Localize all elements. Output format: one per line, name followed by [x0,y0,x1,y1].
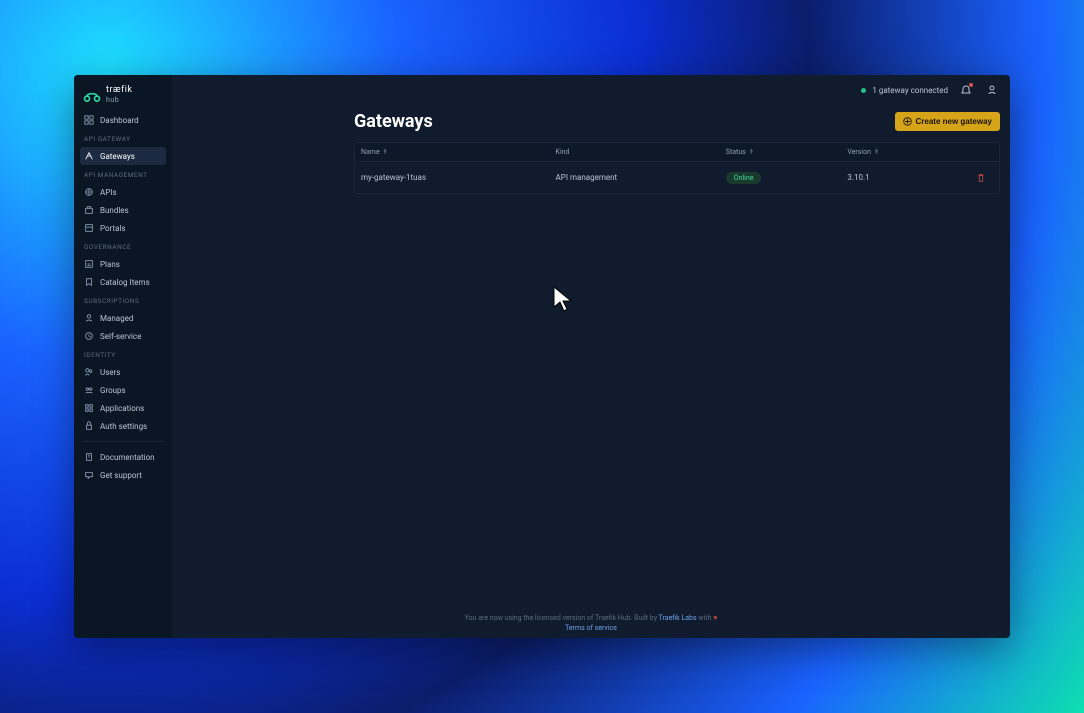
sidebar-item-groups[interactable]: Groups [80,381,166,399]
brand-mark-icon [82,87,102,103]
sidebar-item-label: Dashboard [100,116,139,125]
plus-circle-icon [903,117,912,126]
sidebar-item-label: Self-service [100,332,141,341]
sidebar-item-label: Users [100,368,120,377]
page-header: Gateways Create new gateway [354,105,1000,142]
create-gateway-button[interactable]: Create new gateway [895,112,1000,131]
col-name-label: Name [361,148,380,156]
bundle-icon [84,205,94,215]
footer-text-prefix: You are now using the licensed version o… [465,614,659,622]
footer: You are now using the licensed version o… [341,608,841,634]
dashboard-icon [84,115,94,125]
app-window: træfikhub Dashboard API GATEWAY Gateways… [74,75,1010,638]
cell-version: 3.10.1 [847,173,969,182]
page-content: Gateways Create new gateway Name ▲▼ Kind [172,105,1010,638]
gateway-status: 1 gateway connected [861,86,948,95]
sidebar-item-catalog-items[interactable]: Catalog Items [80,273,166,291]
col-kind[interactable]: Kind [556,148,726,156]
brand-logo: træfikhub [80,85,166,111]
sidebar-item-label: Documentation [100,453,155,462]
status-badge: Online [726,172,762,184]
notification-indicator-icon [969,83,973,87]
user-menu-button[interactable] [984,82,1000,98]
catalog-icon [84,277,94,287]
notifications-button[interactable] [958,82,974,98]
sidebar-section-api-management: API MANAGEMENT [80,165,166,183]
plans-icon [84,259,94,269]
gateway-icon [84,151,94,161]
sidebar-section-subscriptions: SUBSCRIPTIONS [80,291,166,309]
sort-icon: ▲▼ [874,149,879,155]
sidebar-item-label: Get support [100,471,142,480]
sidebar: træfikhub Dashboard API GATEWAY Gateways… [74,75,172,638]
col-status[interactable]: Status ▲▼ [726,148,848,156]
sidebar-divider [82,441,164,442]
trash-icon [976,173,986,183]
sort-icon: ▲▼ [749,149,754,155]
delete-row-button[interactable] [969,173,993,183]
topbar: 1 gateway connected [172,75,1010,105]
sidebar-item-dashboard[interactable]: Dashboard [80,111,166,129]
sidebar-item-label: Gateways [100,152,135,161]
sidebar-item-gateways[interactable]: Gateways [80,147,166,165]
sidebar-item-auth-settings[interactable]: Auth settings [80,417,166,435]
sidebar-item-documentation[interactable]: Documentation [80,448,166,466]
sidebar-item-label: Bundles [100,206,129,215]
sidebar-section-identity: IDENTITY [80,345,166,363]
sidebar-item-label: Auth settings [100,422,147,431]
sidebar-item-label: Groups [100,386,126,395]
footer-link-traefik-labs[interactable]: Traefik Labs [659,614,697,622]
sidebar-item-users[interactable]: Users [80,363,166,381]
cell-status: Online [726,172,848,184]
sidebar-item-label: APIs [100,188,117,197]
sidebar-item-self-service[interactable]: Self-service [80,327,166,345]
footer-text-suffix: with [698,614,713,622]
support-icon [84,470,94,480]
sidebar-item-managed[interactable]: Managed [80,309,166,327]
sidebar-item-get-support[interactable]: Get support [80,466,166,484]
col-version[interactable]: Version ▲▼ [847,148,969,156]
status-dot-icon [861,88,866,93]
cell-kind: API management [556,173,726,182]
col-kind-label: Kind [556,148,570,156]
portal-icon [84,223,94,233]
page-title: Gateways [354,111,433,132]
col-status-label: Status [726,148,746,156]
main-content: 1 gateway connected Gateways Create new … [172,75,1010,638]
create-gateway-label: Create new gateway [916,117,992,126]
footer-link-tos[interactable]: Terms of service [341,624,841,632]
sidebar-item-portals[interactable]: Portals [80,219,166,237]
applications-icon [84,403,94,413]
managed-icon [84,313,94,323]
cell-name: my-gateway-1tuas [361,173,556,182]
groups-icon [84,385,94,395]
col-version-label: Version [847,148,871,156]
sidebar-item-apis[interactable]: APIs [80,183,166,201]
sidebar-item-label: Portals [100,224,126,233]
sidebar-item-plans[interactable]: Plans [80,255,166,273]
sidebar-item-label: Catalog Items [100,278,150,287]
sidebar-item-label: Plans [100,260,120,269]
self-service-icon [84,331,94,341]
api-icon [84,187,94,197]
sort-icon: ▲▼ [383,149,388,155]
auth-icon [84,421,94,431]
sidebar-item-applications[interactable]: Applications [80,399,166,417]
sidebar-item-label: Applications [100,404,144,413]
docs-icon [84,452,94,462]
sidebar-section-api-gateway: API GATEWAY [80,129,166,147]
gateway-status-text: 1 gateway connected [872,86,948,95]
table-header: Name ▲▼ Kind Status ▲▼ Version ▲▼ [355,143,999,161]
sidebar-section-governance: GOVERNANCE [80,237,166,255]
table-row[interactable]: my-gateway-1tuas API management Online 3… [355,161,999,193]
gateways-table: Name ▲▼ Kind Status ▲▼ Version ▲▼ [354,142,1000,194]
col-name[interactable]: Name ▲▼ [361,148,556,156]
brand-name: træfikhub [106,85,132,105]
sidebar-item-bundles[interactable]: Bundles [80,201,166,219]
sidebar-item-label: Managed [100,314,133,323]
users-icon [84,367,94,377]
